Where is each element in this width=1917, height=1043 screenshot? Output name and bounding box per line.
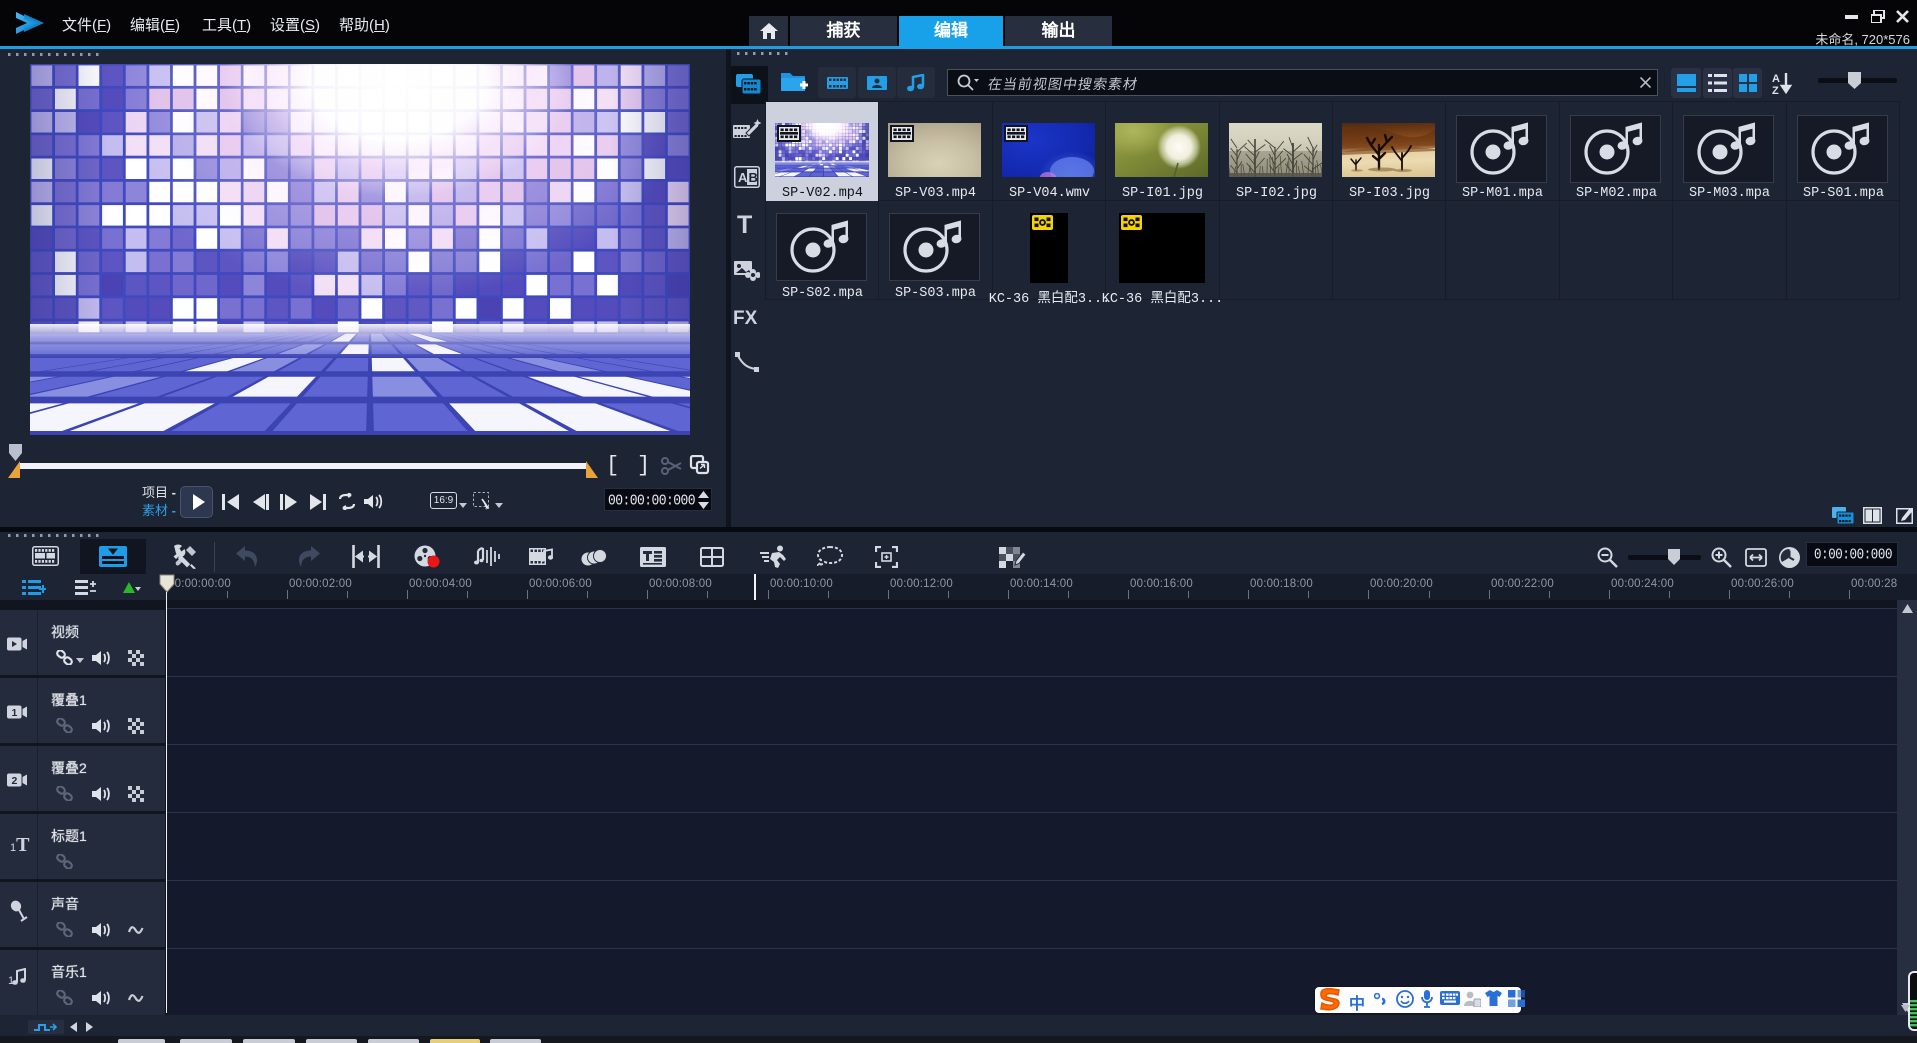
svg-text:Z: Z — [1772, 85, 1779, 95]
svg-text:1: 1 — [12, 707, 18, 719]
svg-text:B: B — [749, 170, 758, 185]
svg-text:A: A — [738, 170, 748, 185]
svg-text:2: 2 — [12, 775, 18, 787]
svg-text:A: A — [1772, 73, 1780, 85]
